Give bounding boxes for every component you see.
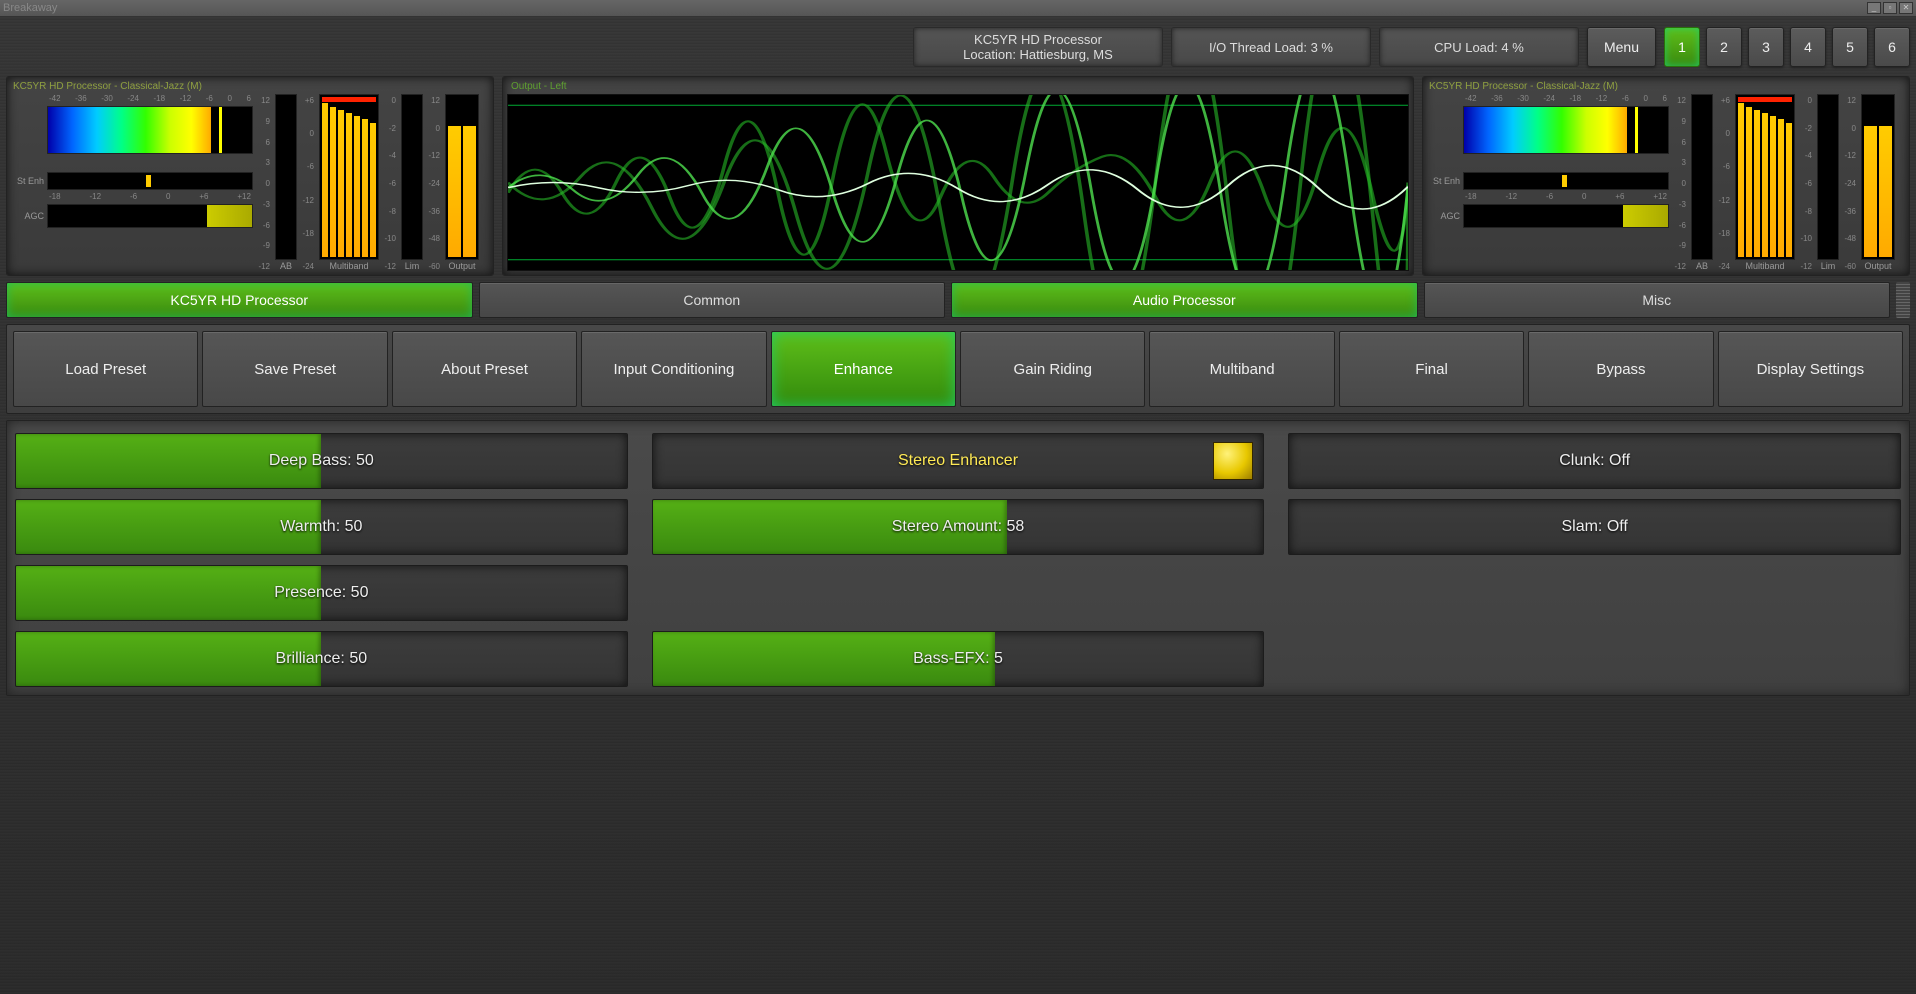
page-button-3[interactable]: 3 bbox=[1748, 27, 1784, 67]
multiband-meter bbox=[1735, 94, 1795, 260]
scope-title: Output - Left bbox=[511, 81, 1409, 92]
drag-handle-icon[interactable] bbox=[1896, 282, 1910, 318]
sub-tab-gain-riding[interactable]: Gain Riding bbox=[960, 331, 1145, 407]
main-tab-audio-processor[interactable]: Audio Processor bbox=[951, 282, 1418, 318]
sub-tab-save-preset[interactable]: Save Preset bbox=[202, 331, 387, 407]
main-tab-kc5yr-hd-processor[interactable]: KC5YR HD Processor bbox=[6, 282, 473, 318]
output-meter bbox=[1861, 94, 1895, 260]
page-button-5[interactable]: 5 bbox=[1832, 27, 1868, 67]
slider-presence-50[interactable]: Presence: 50 bbox=[15, 565, 628, 621]
page-button-2[interactable]: 2 bbox=[1706, 27, 1742, 67]
main-tab-common[interactable]: Common bbox=[479, 282, 946, 318]
stereo-enhance-meter: St Enh bbox=[47, 172, 253, 190]
menu-button[interactable]: Menu bbox=[1587, 27, 1656, 67]
sub-tab-input-conditioning[interactable]: Input Conditioning bbox=[581, 331, 766, 407]
sub-tab-bypass[interactable]: Bypass bbox=[1528, 331, 1713, 407]
meter-panel-left: KC5YR HD Processor - Classical-Jazz (M)-… bbox=[6, 76, 494, 276]
meter-panel-right: KC5YR HD Processor - Classical-Jazz (M)-… bbox=[1422, 76, 1910, 276]
agc-meter: AGC bbox=[1463, 204, 1669, 228]
meter-title: KC5YR HD Processor - Classical-Jazz (M) bbox=[1429, 81, 1903, 92]
page-button-6[interactable]: 6 bbox=[1874, 27, 1910, 67]
meters-row: KC5YR HD Processor - Classical-Jazz (M)-… bbox=[6, 76, 1910, 276]
input-meter: Input bbox=[47, 106, 253, 154]
multiband-meter bbox=[319, 94, 379, 260]
stereo-enhance-meter: St Enh bbox=[1463, 172, 1669, 190]
slider-stereo-enhancer[interactable]: Stereo Enhancer bbox=[652, 433, 1265, 489]
main-tabs: KC5YR HD ProcessorCommonAudio ProcessorM… bbox=[6, 282, 1910, 318]
slider-stereo-amount-58[interactable]: Stereo Amount: 58 bbox=[652, 499, 1265, 555]
minimize-icon[interactable]: _ bbox=[1867, 2, 1881, 14]
output-meter bbox=[445, 94, 479, 260]
sub-tab-about-preset[interactable]: About Preset bbox=[392, 331, 577, 407]
sub-tab-enhance[interactable]: Enhance bbox=[771, 331, 956, 407]
scope-panel: Output - Left bbox=[502, 76, 1414, 276]
processor-info: KC5YR HD Processor Location: Hattiesburg… bbox=[913, 27, 1163, 67]
stereo-enhancer-indicator-icon bbox=[1213, 442, 1253, 480]
sub-tab-final[interactable]: Final bbox=[1339, 331, 1524, 407]
input-meter: Input bbox=[1463, 106, 1669, 154]
sub-tab-multiband[interactable]: Multiband bbox=[1149, 331, 1334, 407]
window-titlebar: Breakaway _ ▫ ✕ bbox=[0, 0, 1916, 16]
window-controls: _ ▫ ✕ bbox=[1867, 2, 1913, 14]
window-title: Breakaway bbox=[3, 2, 57, 14]
slider-clunk-off[interactable]: Clunk: Off bbox=[1288, 433, 1901, 489]
page-button-4[interactable]: 4 bbox=[1790, 27, 1826, 67]
header-bar: KC5YR HD Processor Location: Hattiesburg… bbox=[6, 22, 1910, 72]
meter-title: KC5YR HD Processor - Classical-Jazz (M) bbox=[13, 81, 487, 92]
processor-location: Location: Hattiesburg, MS bbox=[963, 47, 1113, 62]
page-button-1[interactable]: 1 bbox=[1664, 27, 1700, 67]
ab-meter bbox=[1691, 94, 1713, 260]
maximize-icon[interactable]: ▫ bbox=[1883, 2, 1897, 14]
close-icon[interactable]: ✕ bbox=[1899, 2, 1913, 14]
page-buttons: 123456 bbox=[1664, 27, 1910, 67]
enhance-sliders: Deep Bass: 50 Stereo Enhancer Clunk: Off Wa… bbox=[6, 420, 1910, 696]
limiter-meter bbox=[1817, 94, 1839, 260]
main-tab-misc[interactable]: Misc bbox=[1424, 282, 1891, 318]
slider-deep-bass-50[interactable]: Deep Bass: 50 bbox=[15, 433, 628, 489]
sub-tabs: Load PresetSave PresetAbout PresetInput … bbox=[6, 324, 1910, 414]
processor-name: KC5YR HD Processor bbox=[974, 32, 1102, 47]
ab-meter bbox=[275, 94, 297, 260]
io-load: I/O Thread Load: 3 % bbox=[1171, 27, 1371, 67]
oscilloscope[interactable] bbox=[507, 94, 1409, 271]
sub-tab-load-preset[interactable]: Load Preset bbox=[13, 331, 198, 407]
slider-slam-off[interactable]: Slam: Off bbox=[1288, 499, 1901, 555]
agc-meter: AGC bbox=[47, 204, 253, 228]
slider-warmth-50[interactable]: Warmth: 50 bbox=[15, 499, 628, 555]
slider-brilliance-50[interactable]: Brilliance: 50 bbox=[15, 631, 628, 687]
sub-tab-display-settings[interactable]: Display Settings bbox=[1718, 331, 1903, 407]
cpu-load: CPU Load: 4 % bbox=[1379, 27, 1579, 67]
limiter-meter bbox=[401, 94, 423, 260]
slider-bass-efx-5[interactable]: Bass-EFX: 5 bbox=[652, 631, 1265, 687]
